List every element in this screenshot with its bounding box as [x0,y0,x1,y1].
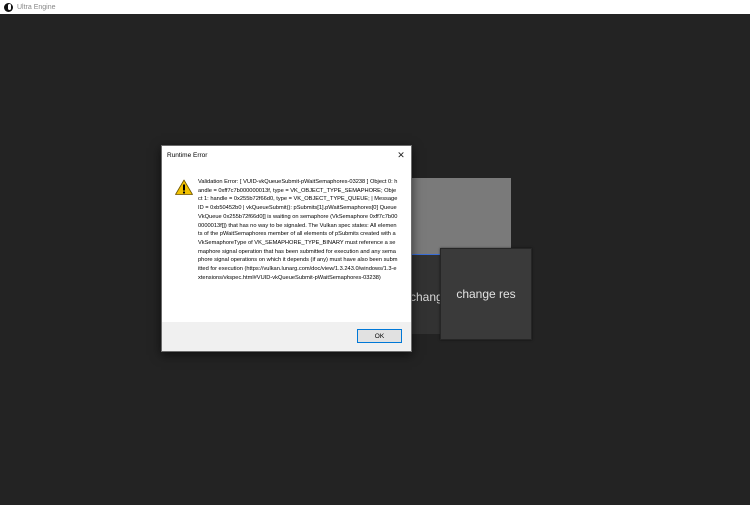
warning-icon [175,179,193,195]
window-title: Ultra Engine [17,3,56,11]
dialog-header[interactable]: Runtime Error ✕ [162,146,411,164]
ultra-engine-logo-icon [4,2,13,12]
change-res-button[interactable]: change res [440,248,532,340]
runtime-error-dialog: Runtime Error ✕ Validation Error: [ VUID… [161,145,412,352]
window-titlebar[interactable]: Ultra Engine [0,0,750,14]
dialog-footer: OK [162,322,411,351]
dialog-title: Runtime Error [167,151,208,159]
close-icon[interactable]: ✕ [395,149,407,161]
dialog-body: Validation Error: [ VUID-vkQueueSubmit-p… [162,164,411,322]
ok-button[interactable]: OK [357,329,402,343]
error-message: Validation Error: [ VUID-vkQueueSubmit-p… [198,179,398,281]
